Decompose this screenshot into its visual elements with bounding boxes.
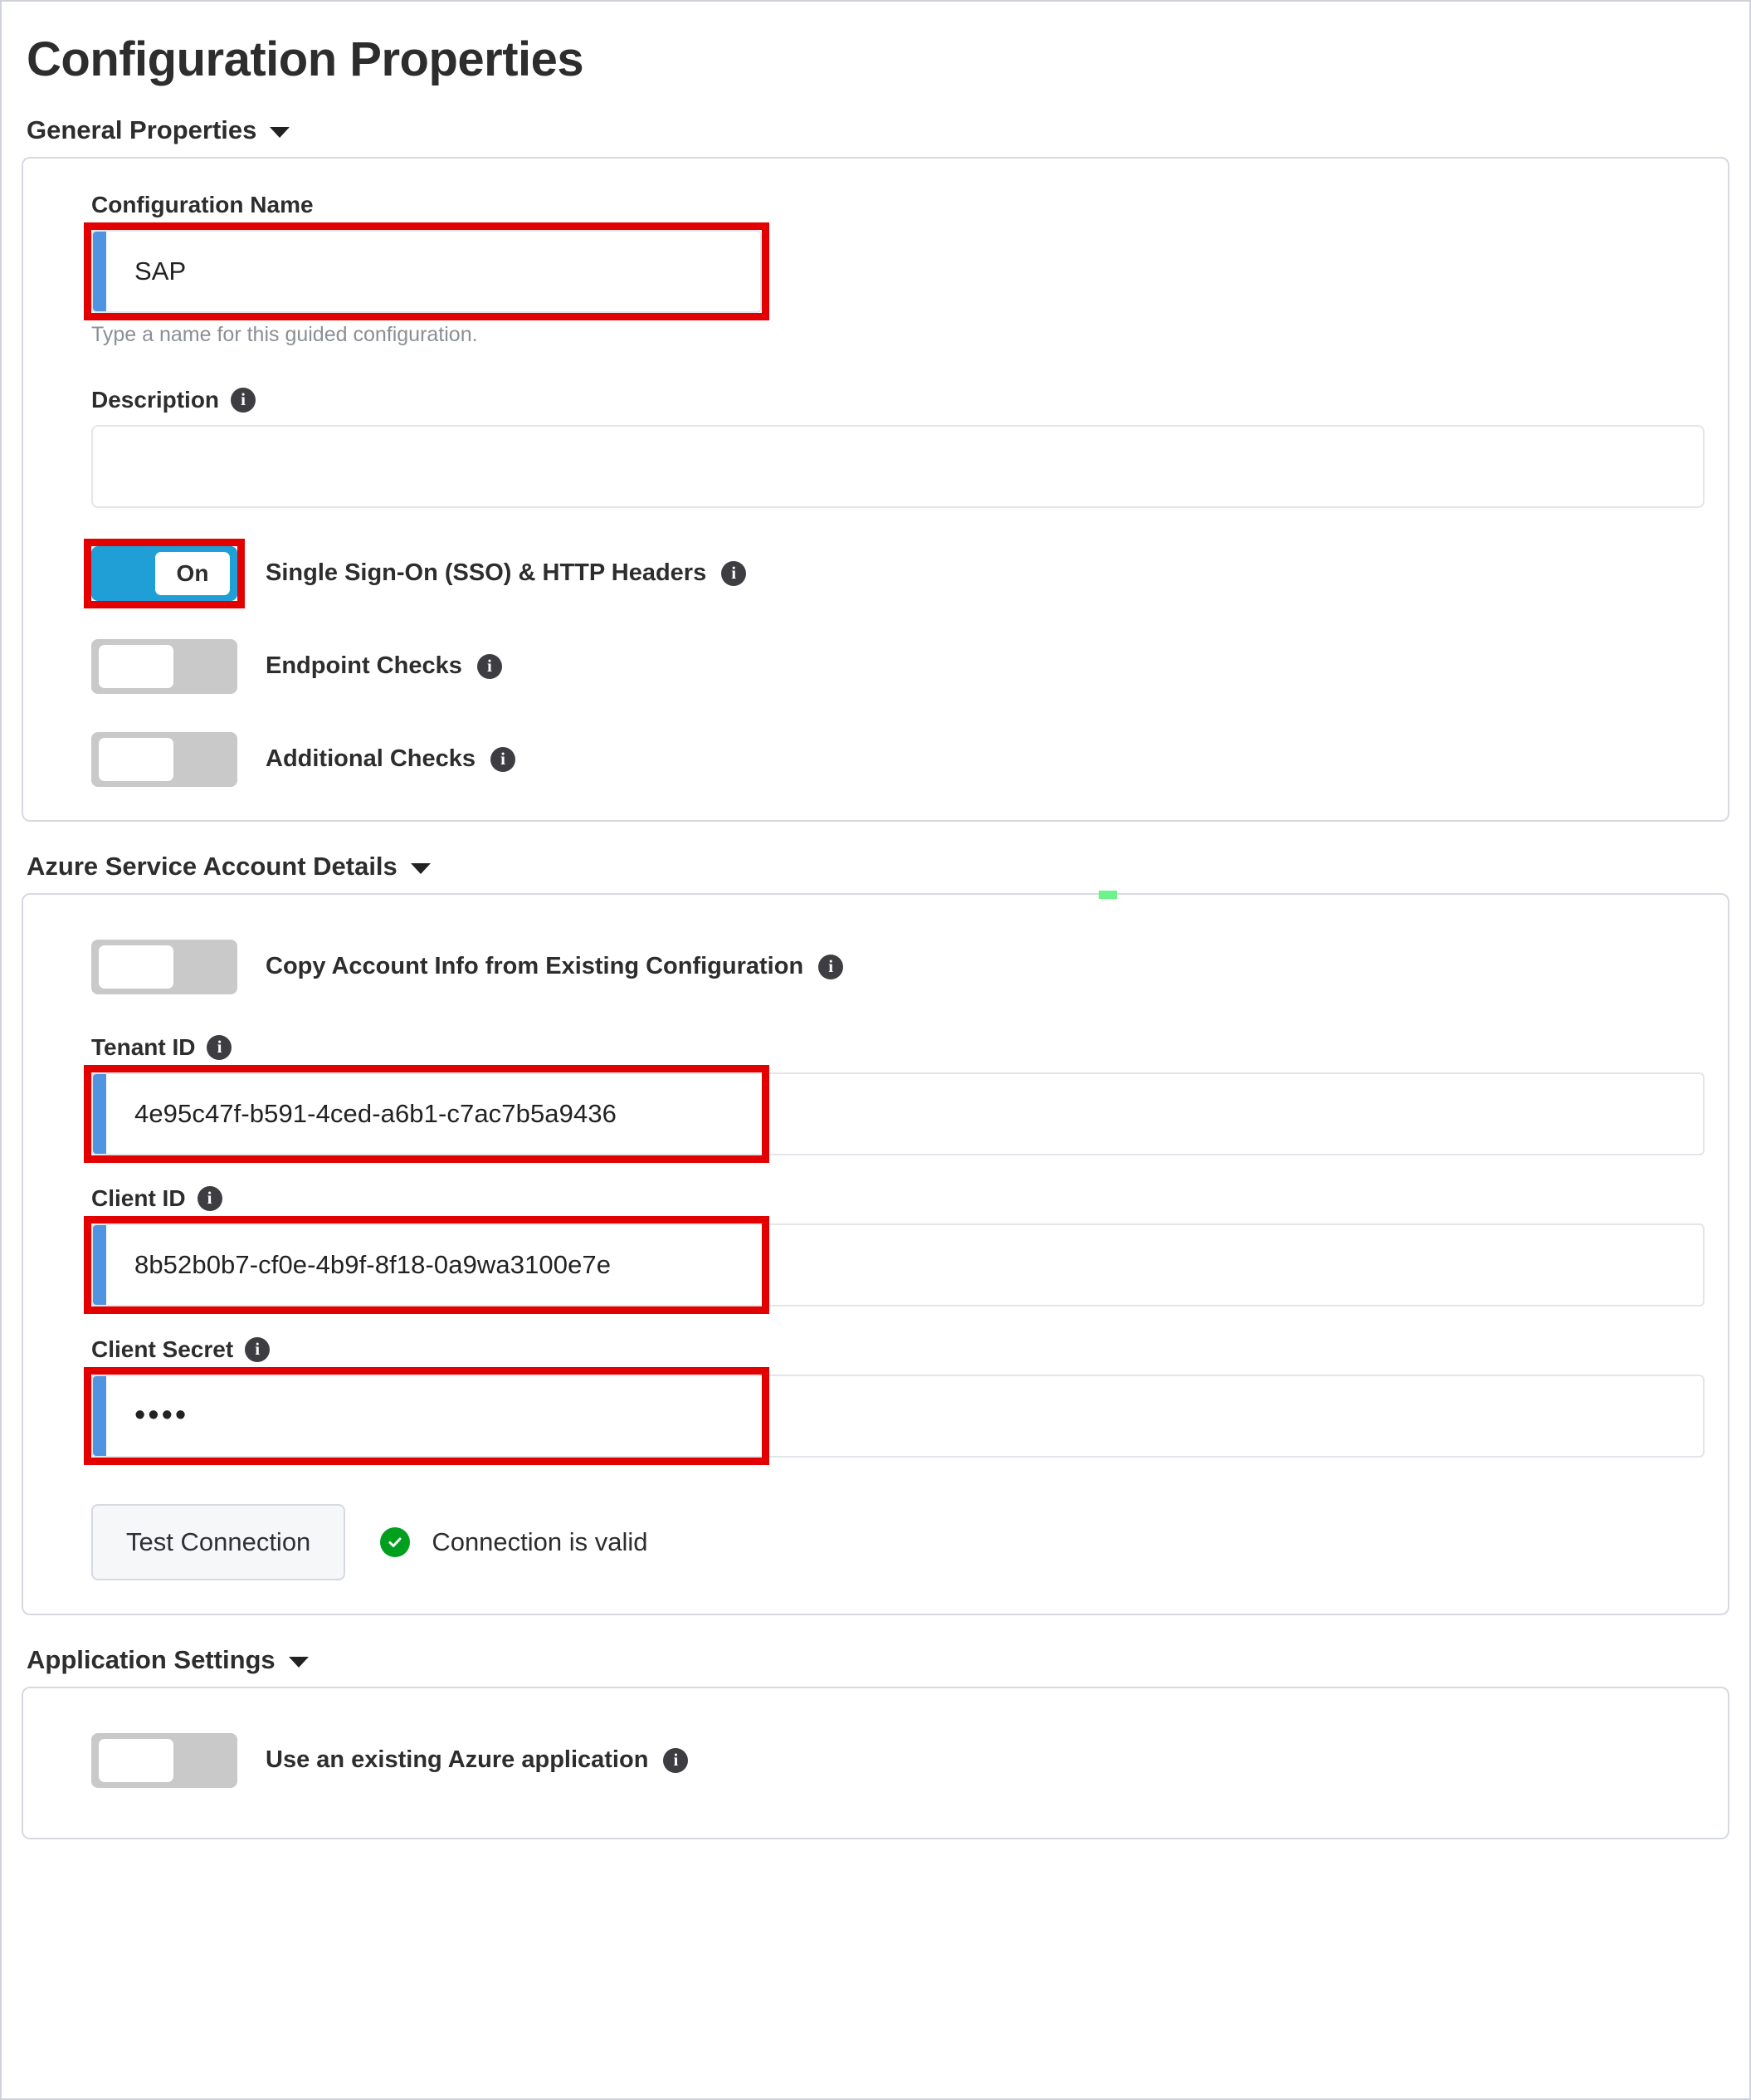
field-client-id: Client ID i 8b52b0b7-cf0e-4b9f-8f18-0a9w… [84,1185,1705,1314]
label-tenant-id: Tenant ID i [91,1034,1660,1061]
check-circle-icon [380,1526,411,1557]
toggle-row-copy-account-info: Copy Account Info from Existing Configur… [91,939,1660,994]
toggle-additional-checks[interactable] [91,731,237,787]
toggle-label-additional-checks: Additional Checks i [266,745,515,773]
info-icon[interactable]: i [476,653,502,679]
toggle-label-additional-checks-text: Additional Checks [266,745,476,773]
section-header-application-settings[interactable]: Application Settings [27,1645,1729,1675]
label-description: Description i [91,387,1660,413]
toggle-additional-checks-state [99,737,173,781]
azure-service-account-card: Copy Account Info from Existing Configur… [22,890,1729,1615]
highlight-client-secret [84,1366,769,1465]
label-description-text: Description [91,386,220,413]
toggle-copy-account-info[interactable] [91,939,237,994]
general-properties-card: Configuration Name SAP Type a name for t… [22,156,1729,822]
highlight-client-id [84,1215,769,1314]
label-tenant-id-text: Tenant ID [91,1033,196,1060]
toggle-use-existing-azure-app[interactable] [91,1732,237,1788]
label-client-secret-text: Client Secret [91,1336,234,1362]
label-client-id-text: Client ID [91,1184,186,1211]
toggle-row-sso: On Single Sign-On (SSO) & HTTP Headers i [84,538,1660,608]
info-icon[interactable]: i [818,954,844,979]
toggle-label-sso: Single Sign-On (SSO) & HTTP Headers i [266,559,747,587]
toggle-endpoint-checks-state [99,644,173,688]
toggle-label-endpoint-checks-text: Endpoint Checks [266,652,462,680]
field-configuration-name: Configuration Name SAP Type a name for t… [84,191,1660,347]
toggle-row-endpoint-checks: Endpoint Checks i [91,638,1660,694]
connection-status: Connection is valid [380,1526,648,1557]
green-marker-artifact [1099,890,1117,899]
highlight-tenant-id [84,1064,769,1163]
toggle-label-copy-account-info-text: Copy Account Info from Existing Configur… [266,953,804,980]
toggle-label-use-existing-azure-app: Use an existing Azure application i [266,1746,689,1774]
toggle-endpoint-checks[interactable] [91,638,237,694]
toggle-label-copy-account-info: Copy Account Info from Existing Configur… [266,953,844,980]
highlight-sso-toggle: On [84,538,245,608]
application-settings-card: Use an existing Azure application i [22,1686,1729,1839]
connection-status-text: Connection is valid [432,1526,648,1556]
field-description: Description i [91,387,1705,508]
info-icon[interactable]: i [663,1747,689,1773]
section-header-azure-service-account[interactable]: Azure Service Account Details [27,852,1729,882]
description-textarea[interactable] [91,424,1705,508]
chevron-down-icon[interactable] [288,1656,309,1668]
label-client-id: Client ID i [91,1185,1660,1212]
toggle-use-existing-azure-app-state [99,1738,173,1782]
info-icon[interactable]: i [231,387,256,413]
toggle-copy-account-info-state [99,945,173,989]
highlight-configuration-name: SAP [84,222,769,320]
info-icon[interactable]: i [245,1336,271,1362]
label-client-secret: Client Secret i [91,1336,1660,1363]
toggle-label-use-existing-azure-app-text: Use an existing Azure application [266,1746,649,1774]
page-title: Configuration Properties [27,32,584,86]
info-icon[interactable]: i [490,746,515,772]
info-icon[interactable]: i [207,1034,232,1060]
configuration-name-input[interactable]: SAP [91,229,762,313]
test-connection-button[interactable]: Test Connection [91,1503,346,1580]
toggle-label-sso-text: Single Sign-On (SSO) & HTTP Headers [266,559,707,587]
info-icon[interactable]: i [721,560,747,586]
toggle-label-endpoint-checks: Endpoint Checks i [266,652,502,680]
test-connection-row: Test Connection Connection is valid [91,1503,1660,1580]
toggle-row-additional-checks: Additional Checks i [91,731,1660,787]
configuration-name-value: SAP [134,256,187,286]
section-title-application: Application Settings [27,1644,276,1674]
section-header-general-properties[interactable]: General Properties [27,115,1729,145]
toggle-sso[interactable]: On [91,545,237,601]
label-configuration-name: Configuration Name [91,191,314,217]
chevron-down-icon[interactable] [270,126,290,138]
section-title-azure: Azure Service Account Details [27,851,398,881]
toggle-row-use-existing-azure-app: Use an existing Azure application i [91,1732,1660,1788]
info-icon[interactable]: i [197,1185,222,1211]
section-title-general: General Properties [27,115,257,144]
field-client-secret: Client Secret i •••• [84,1336,1705,1465]
field-tenant-id: Tenant ID i 4e95c47f-b591-4ced-a6b1-c7ac… [84,1034,1705,1163]
chevron-down-icon[interactable] [410,862,431,874]
toggle-sso-state: On [155,551,230,595]
hint-configuration-name: Type a name for this guided configuratio… [91,322,478,346]
configuration-properties-page: Configuration Properties General Propert… [0,0,1751,2100]
